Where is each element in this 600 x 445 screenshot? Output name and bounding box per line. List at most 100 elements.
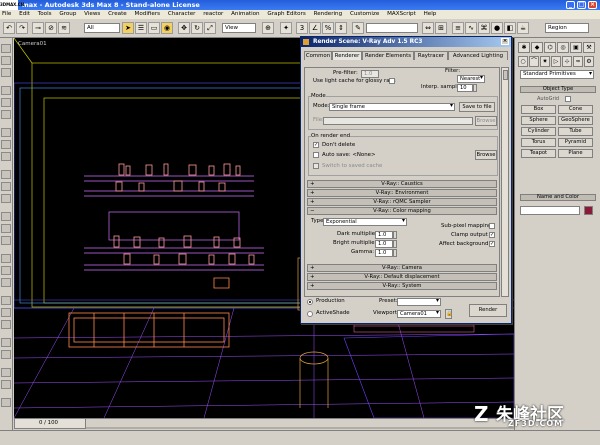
camera-rollout[interactable]: + V-Ray:: Camera bbox=[307, 264, 497, 272]
tool-icon-21[interactable] bbox=[1, 320, 11, 329]
mode-select[interactable]: Single frame bbox=[329, 103, 455, 111]
select-manipulate-icon[interactable]: ✦ bbox=[280, 22, 292, 34]
tool-icon-24[interactable] bbox=[1, 368, 11, 377]
lights-icon[interactable]: ✷ bbox=[540, 56, 550, 67]
menu-reactor[interactable]: reactor bbox=[203, 11, 223, 17]
tube-button[interactable]: Tube bbox=[558, 127, 593, 136]
caustics-rollout[interactable]: + V-Ray:: Caustics bbox=[307, 180, 497, 188]
cameras-icon[interactable]: ▷ bbox=[551, 56, 561, 67]
menu-graph-editors[interactable]: Graph Editors bbox=[267, 11, 305, 17]
window-crossing-icon[interactable]: ◉ bbox=[161, 22, 173, 34]
file-path-field[interactable] bbox=[323, 117, 473, 125]
tool-icon-25[interactable] bbox=[1, 380, 11, 389]
pivot-icon[interactable]: ⊕ bbox=[262, 22, 274, 34]
cm-type-select[interactable]: Exponential bbox=[323, 218, 407, 226]
menu-tools[interactable]: Tools bbox=[38, 11, 52, 17]
lock-viewport-icon[interactable]: 🔒 bbox=[445, 309, 452, 319]
bind-spacewarp-icon[interactable]: ≋ bbox=[58, 22, 70, 34]
menu-rendering[interactable]: Rendering bbox=[314, 11, 343, 17]
move-icon[interactable]: ✥ bbox=[178, 22, 190, 34]
tool-icon-7[interactable] bbox=[1, 128, 11, 137]
hierarchy-tab-icon[interactable]: ⌬ bbox=[544, 42, 556, 53]
bright-mult-field[interactable]: 1.0 bbox=[375, 240, 393, 248]
tool-icon-19[interactable] bbox=[1, 296, 11, 305]
select-by-name-icon[interactable]: ☰ bbox=[135, 22, 147, 34]
angle-snap-icon[interactable]: ∠ bbox=[309, 22, 321, 34]
curve-editor-icon[interactable]: ∿ bbox=[465, 22, 477, 34]
named-selection-select[interactable] bbox=[366, 23, 418, 33]
tab-advanced-lighting[interactable]: Advanced Lighting bbox=[448, 51, 508, 60]
tool-icon-14[interactable] bbox=[1, 224, 11, 233]
preset-select[interactable] bbox=[397, 298, 441, 306]
shapes-icon[interactable]: ⌒ bbox=[529, 56, 539, 67]
reference-coord-select[interactable]: View bbox=[222, 23, 256, 33]
affect-bg-checkbox[interactable]: ✓ bbox=[489, 241, 495, 247]
autosave-browse-button[interactable]: Browse bbox=[475, 150, 497, 160]
quick-render-icon[interactable]: ☕ bbox=[517, 22, 529, 34]
align-icon[interactable]: ⊞ bbox=[435, 22, 447, 34]
select-object-icon[interactable]: ➤ bbox=[122, 22, 134, 34]
tool-icon-22[interactable] bbox=[1, 338, 11, 347]
tool-icon-8[interactable] bbox=[1, 140, 11, 149]
undo-icon[interactable]: ↶ bbox=[3, 22, 15, 34]
material-editor-icon[interactable]: ● bbox=[491, 22, 503, 34]
name-and-color-rollout[interactable]: Name and Color bbox=[520, 194, 596, 201]
tool-icon-1[interactable] bbox=[1, 44, 11, 53]
utilities-tab-icon[interactable]: ⚒ bbox=[583, 42, 595, 53]
sphere-button[interactable]: Sphere bbox=[521, 116, 556, 125]
menu-file[interactable]: File bbox=[2, 11, 11, 17]
cylinder-button[interactable]: Cylinder bbox=[521, 127, 556, 136]
filter-select[interactable]: Nearest bbox=[457, 75, 485, 83]
prefilter-field[interactable]: 1.0 bbox=[361, 70, 379, 78]
bright-mult-spinner[interactable] bbox=[393, 240, 397, 248]
minimize-icon[interactable]: _ bbox=[566, 1, 575, 9]
spinner-snap-icon[interactable]: ⇕ bbox=[335, 22, 347, 34]
dialog-scrollbar[interactable] bbox=[501, 67, 509, 297]
glossy-checkbox[interactable] bbox=[389, 78, 395, 84]
rotate-icon[interactable]: ↻ bbox=[191, 22, 203, 34]
time-slider[interactable]: 0 / 100 bbox=[14, 418, 86, 429]
gamma-field[interactable]: 1.0 bbox=[375, 249, 393, 257]
mirror-icon[interactable]: ⇔ bbox=[422, 22, 434, 34]
dont-delete-checkbox[interactable]: ✓ bbox=[313, 142, 319, 148]
viewport-select[interactable]: Camera01 bbox=[397, 310, 441, 318]
save-to-file-button[interactable]: Save to file bbox=[459, 102, 495, 112]
tool-icon-3[interactable] bbox=[1, 68, 11, 77]
default-displacement-rollout[interactable]: + V-Ray:: Default displacement bbox=[307, 273, 497, 281]
tool-icon-17[interactable] bbox=[1, 266, 11, 275]
tool-icon-26[interactable] bbox=[1, 398, 11, 407]
tool-icon-11[interactable] bbox=[1, 182, 11, 191]
render-button[interactable]: Render bbox=[469, 304, 507, 317]
menu-character[interactable]: Character bbox=[168, 11, 196, 17]
clamp-checkbox[interactable]: ✓ bbox=[489, 232, 495, 238]
tool-icon-10[interactable] bbox=[1, 170, 11, 179]
tool-icon-16[interactable] bbox=[1, 254, 11, 263]
menu-animation[interactable]: Animation bbox=[231, 11, 260, 17]
production-radio[interactable] bbox=[307, 299, 313, 305]
viewport-label[interactable]: Camera01 bbox=[18, 41, 47, 47]
plane-button[interactable]: Plane bbox=[558, 149, 593, 158]
teapot-button[interactable]: Teapot bbox=[521, 149, 556, 158]
region-select-icon[interactable]: ▭ bbox=[148, 22, 160, 34]
menu-maxscript[interactable]: MAXScript bbox=[387, 11, 416, 17]
create-tab-icon[interactable]: ✱ bbox=[518, 42, 530, 53]
menu-views[interactable]: Views bbox=[84, 11, 100, 17]
dark-mult-field[interactable]: 1.0 bbox=[375, 231, 393, 239]
autosave-checkbox[interactable] bbox=[313, 152, 319, 158]
modify-tab-icon[interactable]: ◆ bbox=[531, 42, 543, 53]
interp-field[interactable]: 10 bbox=[457, 84, 473, 92]
scrollbar-thumb[interactable] bbox=[503, 70, 508, 80]
tool-icon-5[interactable] bbox=[1, 98, 11, 107]
schematic-view-icon[interactable]: ⌘ bbox=[478, 22, 490, 34]
pyramid-button[interactable]: Pyramid bbox=[558, 138, 593, 147]
menu-create[interactable]: Create bbox=[108, 11, 127, 17]
helpers-icon[interactable]: ⊹ bbox=[562, 56, 572, 67]
render-scene-icon[interactable]: ◧ bbox=[504, 22, 516, 34]
percent-snap-icon[interactable]: % bbox=[322, 22, 334, 34]
snap-icon[interactable]: 3 bbox=[296, 22, 308, 34]
cone-button[interactable]: Cone bbox=[558, 105, 593, 114]
redo-icon[interactable]: ↷ bbox=[16, 22, 28, 34]
tool-icon-9[interactable] bbox=[1, 152, 11, 161]
tab-raytracer[interactable]: Raytracer bbox=[414, 51, 448, 60]
tool-icon-12[interactable] bbox=[1, 194, 11, 203]
